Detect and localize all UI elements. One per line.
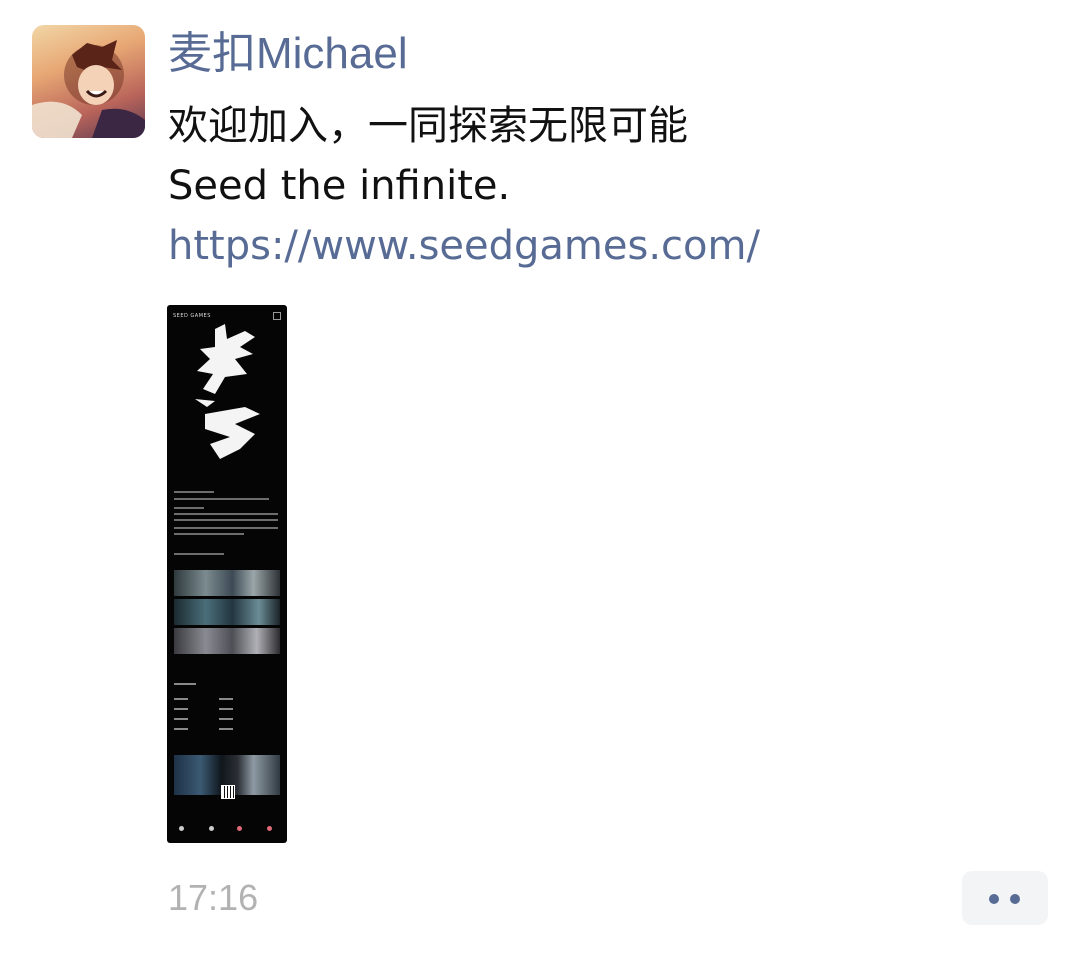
image-banner [174, 599, 280, 625]
post-link[interactable]: https://www.seedgames.com/ [168, 216, 1048, 276]
more-button[interactable] [962, 871, 1048, 925]
more-dots-icon [1010, 894, 1020, 904]
avatar-image [32, 40, 145, 138]
post-text-line: Seed the infinite. [168, 163, 511, 209]
more-dots-icon [989, 894, 999, 904]
image-social-icon [237, 826, 242, 831]
image-text [174, 718, 188, 720]
image-text [174, 519, 278, 521]
image-social-icon [179, 826, 184, 831]
post-image[interactable]: SEED GAMES [167, 305, 287, 843]
post-author[interactable]: 麦扣Michael [168, 24, 408, 84]
image-text [219, 698, 233, 700]
image-calligraphy [195, 324, 260, 459]
image-text [174, 698, 188, 700]
image-text [174, 553, 224, 555]
image-text [174, 507, 204, 509]
image-text [174, 491, 214, 493]
qr-code-icon [221, 785, 235, 799]
image-text [219, 708, 233, 710]
image-text [219, 728, 233, 730]
image-text [174, 683, 196, 685]
image-menu-icon [273, 312, 281, 320]
post-timestamp: 17:16 [168, 877, 259, 918]
image-text [174, 708, 188, 710]
image-banner [174, 570, 280, 596]
image-text [174, 513, 278, 515]
avatar[interactable] [32, 25, 145, 138]
image-banner [174, 628, 280, 654]
image-social-icon [267, 826, 272, 831]
post-text-line: 欢迎加入，一同探索无限可能 [168, 103, 688, 149]
image-social-icon [209, 826, 214, 831]
image-text [174, 533, 244, 535]
image-text [219, 718, 233, 720]
post-content: 欢迎加入，一同探索无限可能 Seed the infinite. https:/… [168, 96, 1048, 276]
image-text [174, 498, 269, 500]
image-text [174, 728, 188, 730]
image-text [174, 527, 278, 529]
